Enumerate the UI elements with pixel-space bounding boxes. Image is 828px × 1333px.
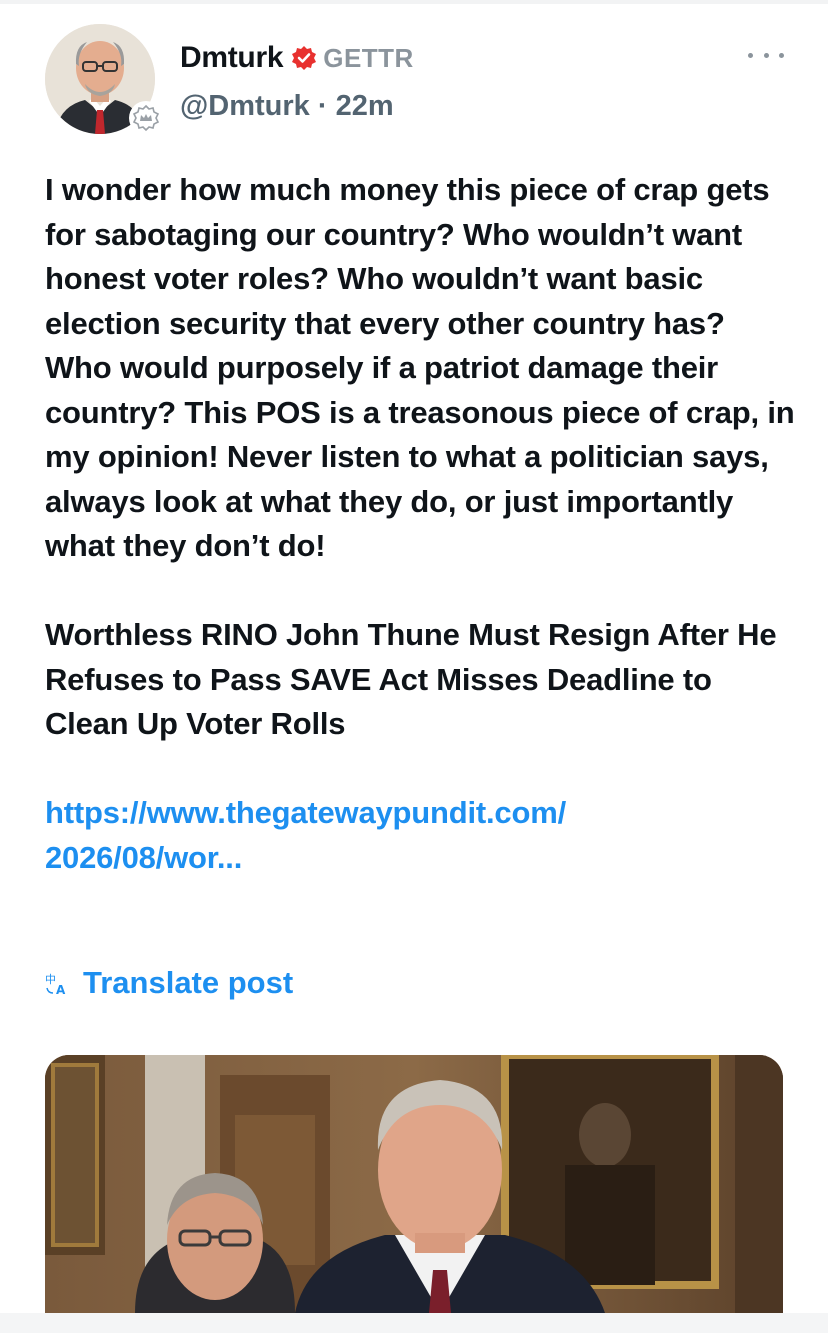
author-display-name[interactable]: Dmturk: [180, 41, 284, 75]
article-headline: Worthless RINO John Thune Must Resign Af…: [45, 617, 777, 741]
translate-post-button[interactable]: 中 A Translate post: [45, 960, 293, 1006]
verified-badge-icon: [291, 45, 317, 71]
post-body: I wonder how much money this piece of cr…: [45, 168, 795, 880]
translate-post-label[interactable]: Translate post: [83, 965, 293, 1001]
svg-text:A: A: [56, 983, 66, 995]
post-text: I wonder how much money this piece of cr…: [45, 172, 795, 563]
top-divider: [0, 0, 828, 4]
article-link-line1[interactable]: https://www.thegatewaypundit.com/: [45, 795, 566, 830]
article-link[interactable]: https://www.thegatewaypundit.com/ 2026/0…: [45, 791, 795, 880]
more-options-icon[interactable]: [748, 44, 784, 66]
svg-text:中: 中: [45, 973, 56, 986]
author-handle-time[interactable]: @Dmturk · 22m: [180, 86, 414, 126]
post-header: Dmturk GETTR @Dmturk · 22m: [180, 38, 414, 126]
bottom-divider: [0, 1313, 828, 1333]
author-name-row: Dmturk GETTR: [180, 38, 414, 78]
platform-label: GETTR: [323, 42, 414, 73]
translate-icon: 中 A: [45, 971, 69, 997]
crown-badge-icon: [129, 101, 163, 135]
post-media-image[interactable]: [45, 1055, 783, 1313]
article-link-line2[interactable]: 2026/08/wor...: [45, 840, 242, 875]
